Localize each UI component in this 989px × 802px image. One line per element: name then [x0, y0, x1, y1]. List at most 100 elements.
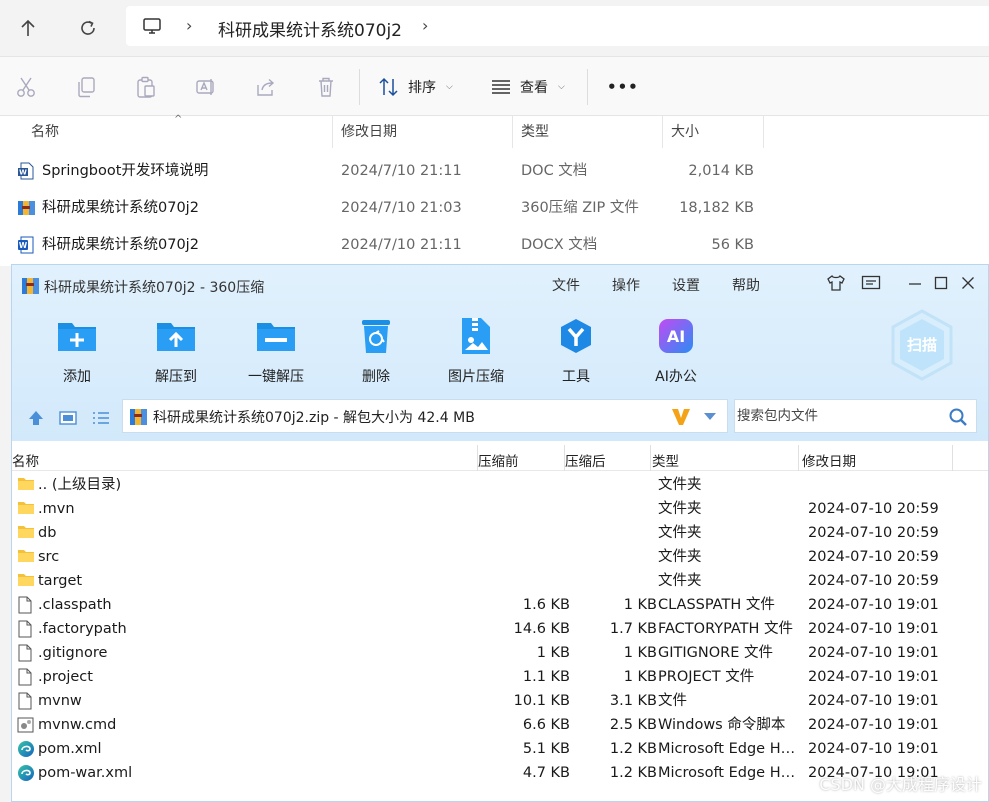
zip-entry-row[interactable]: target 文件夹 2024-07-10 20:59 [12, 569, 988, 593]
column-divider[interactable] [650, 445, 651, 471]
view-button[interactable]: 查看 ⌵ [490, 75, 565, 99]
zip-entry-row[interactable]: mvnw 10.1 KB 3.1 KB 文件 2024-07-10 19:01 [12, 689, 988, 713]
delete-button[interactable]: 删除 [336, 315, 416, 386]
zip-entry-row[interactable]: pom.xml 5.1 KB 1.2 KB Microsoft Edge HT... 2… [12, 737, 988, 761]
column-header-modified[interactable]: 修改日期 [341, 116, 397, 148]
scan-label: 扫描 [906, 336, 937, 354]
column-divider[interactable] [332, 116, 333, 148]
entry-modified: 2024-07-10 19:01 [808, 741, 939, 757]
zip-entry-row[interactable]: .gitignore 1 KB 1 KB GITIGNORE 文件 2024-07-10… [12, 641, 988, 665]
zip-archive-window: 科研成果统计系统070j2 - 360压缩 文件 操作 设置 帮助 添加 解压到… [11, 264, 989, 802]
zip-archive-icon [130, 408, 148, 430]
menu-help[interactable]: 帮助 [732, 275, 760, 295]
one-click-extract-button[interactable]: 一键解压 [236, 315, 316, 386]
file-size: 18,182 KB [679, 200, 754, 216]
entry-name: .classpath [38, 597, 112, 613]
breadcrumb-chevron-icon[interactable]: › [186, 16, 192, 35]
scan-button[interactable]: 扫描 [889, 309, 955, 381]
column-header-type[interactable]: 类型 [521, 116, 549, 148]
file-row[interactable]: W Springboot开发环境说明 2024/7/10 21:11 DOC 文… [0, 153, 989, 189]
menu-file[interactable]: 文件 [552, 275, 580, 295]
column-divider[interactable] [512, 116, 513, 148]
column-divider[interactable] [662, 116, 663, 148]
entry-type: 文件夹 [658, 525, 702, 541]
refresh-icon[interactable] [73, 13, 103, 43]
column-header-name[interactable]: 名称 [12, 450, 39, 470]
entry-type: 文件夹 [658, 501, 702, 517]
entry-name: .mvn [38, 501, 75, 517]
close-icon[interactable] [958, 273, 978, 293]
feedback-icon[interactable] [861, 273, 881, 293]
menu-settings[interactable]: 设置 [672, 275, 700, 295]
menu-action[interactable]: 操作 [612, 275, 640, 295]
column-header-modified[interactable]: 修改日期 [802, 450, 856, 470]
verified-v-icon[interactable] [670, 406, 692, 432]
rename-icon[interactable] [194, 75, 218, 99]
image-compress-button[interactable]: 图片压缩 [436, 315, 516, 386]
file-icon [17, 620, 35, 638]
column-divider[interactable] [763, 116, 764, 148]
entry-modified: 2024-07-10 20:59 [808, 501, 939, 517]
maximize-icon[interactable] [931, 273, 951, 293]
word-doc-icon: W [17, 162, 35, 180]
list-view-icon[interactable] [90, 407, 112, 429]
search-icon[interactable] [948, 407, 968, 431]
column-header-size[interactable]: 大小 [671, 116, 699, 148]
search-box[interactable] [734, 399, 977, 433]
zip-entry-row[interactable]: db 文件夹 2024-07-10 20:59 [12, 521, 988, 545]
search-input[interactable] [737, 406, 942, 426]
zip-entry-row[interactable]: mvnw.cmd 6.6 KB 2.5 KB Windows 命令脚本 2024-07-… [12, 713, 988, 737]
column-header-type[interactable]: 类型 [652, 450, 679, 470]
zip-entry-row[interactable]: src 文件夹 2024-07-10 20:59 [12, 545, 988, 569]
skin-shirt-icon[interactable] [826, 273, 846, 293]
file-size: 2,014 KB [688, 163, 754, 179]
zip-list-header: 名称 压缩前 压缩后 类型 修改日期 [12, 445, 988, 471]
zip-entry-row[interactable]: .classpath 1.6 KB 1 KB CLASSPATH 文件 2024-07-… [12, 593, 988, 617]
copy-icon[interactable] [74, 75, 98, 99]
dropdown-triangle-icon[interactable] [703, 410, 717, 426]
delete-icon[interactable] [314, 75, 338, 99]
zip-entry-row[interactable]: .factorypath 14.6 KB 1.7 KB FACTORYPATH 文件 2… [12, 617, 988, 641]
sort-button[interactable]: 排序 ⌵ [378, 75, 453, 99]
column-header-after[interactable]: 压缩后 [565, 450, 606, 470]
entry-type: Microsoft Edge HT... [658, 765, 796, 781]
zip-entry-row[interactable]: .project 1.1 KB 1 KB PROJECT 文件 2024-07-10 1… [12, 665, 988, 689]
sort-arrows-icon [379, 77, 398, 97]
zip-entry-row[interactable]: .mvn 文件夹 2024-07-10 20:59 [12, 497, 988, 521]
share-icon[interactable] [254, 75, 278, 99]
breadcrumb-current[interactable]: 科研成果统计系统070j2 [218, 16, 402, 41]
column-divider[interactable] [798, 445, 799, 471]
file-row[interactable]: W 科研成果统计系统070j2 2024/7/10 21:11 DOCX 文档 … [0, 227, 989, 263]
file-row[interactable]: 科研成果统计系统070j2 2024/7/10 21:03 360压缩 ZIP … [0, 190, 989, 226]
go-up-arrow-icon[interactable] [25, 407, 47, 429]
breadcrumb-chevron-icon[interactable]: › [422, 16, 428, 35]
entry-size-after: 1.7 KB [609, 621, 657, 637]
cmd-script-icon [17, 716, 35, 734]
sort-label: 排序 [408, 80, 436, 96]
up-arrow-icon[interactable] [13, 13, 43, 43]
more-options-button[interactable]: ••• [607, 75, 639, 99]
view-lines-icon [492, 80, 510, 94]
file-type: DOCX 文档 [521, 237, 598, 253]
paste-icon[interactable] [134, 75, 158, 99]
add-button[interactable]: 添加 [37, 315, 117, 386]
thumbnail-view-icon[interactable] [57, 407, 79, 429]
file-icon [17, 596, 35, 614]
entry-type: FACTORYPATH 文件 [658, 621, 794, 637]
tools-button[interactable]: 工具 [536, 315, 616, 386]
file-list: ^ 名称 修改日期 类型 大小 W Springboot开发环境说明 2024/… [0, 114, 989, 266]
folder-icon [17, 572, 35, 590]
ai-office-button[interactable]: AI AI办公 [636, 315, 716, 386]
column-header-before[interactable]: 压缩前 [478, 450, 519, 470]
archive-path-field[interactable]: 科研成果统计系统070j2.zip - 解包大小为 42.4 MB [122, 399, 728, 433]
entry-name: .factorypath [38, 621, 127, 637]
cut-icon[interactable] [14, 75, 38, 99]
address-bar[interactable]: › 科研成果统计系统070j2 › [126, 6, 989, 46]
minimize-icon[interactable] [905, 273, 925, 293]
column-divider[interactable] [952, 445, 953, 471]
extract-to-button[interactable]: 解压到 [136, 315, 216, 386]
zip-entry-row[interactable]: .. (上级目录) 文件夹 [12, 473, 988, 497]
tool-label: 删除 [362, 369, 390, 385]
chevron-down-icon: ⌵ [558, 82, 565, 92]
column-header-name[interactable]: 名称 [31, 116, 59, 148]
